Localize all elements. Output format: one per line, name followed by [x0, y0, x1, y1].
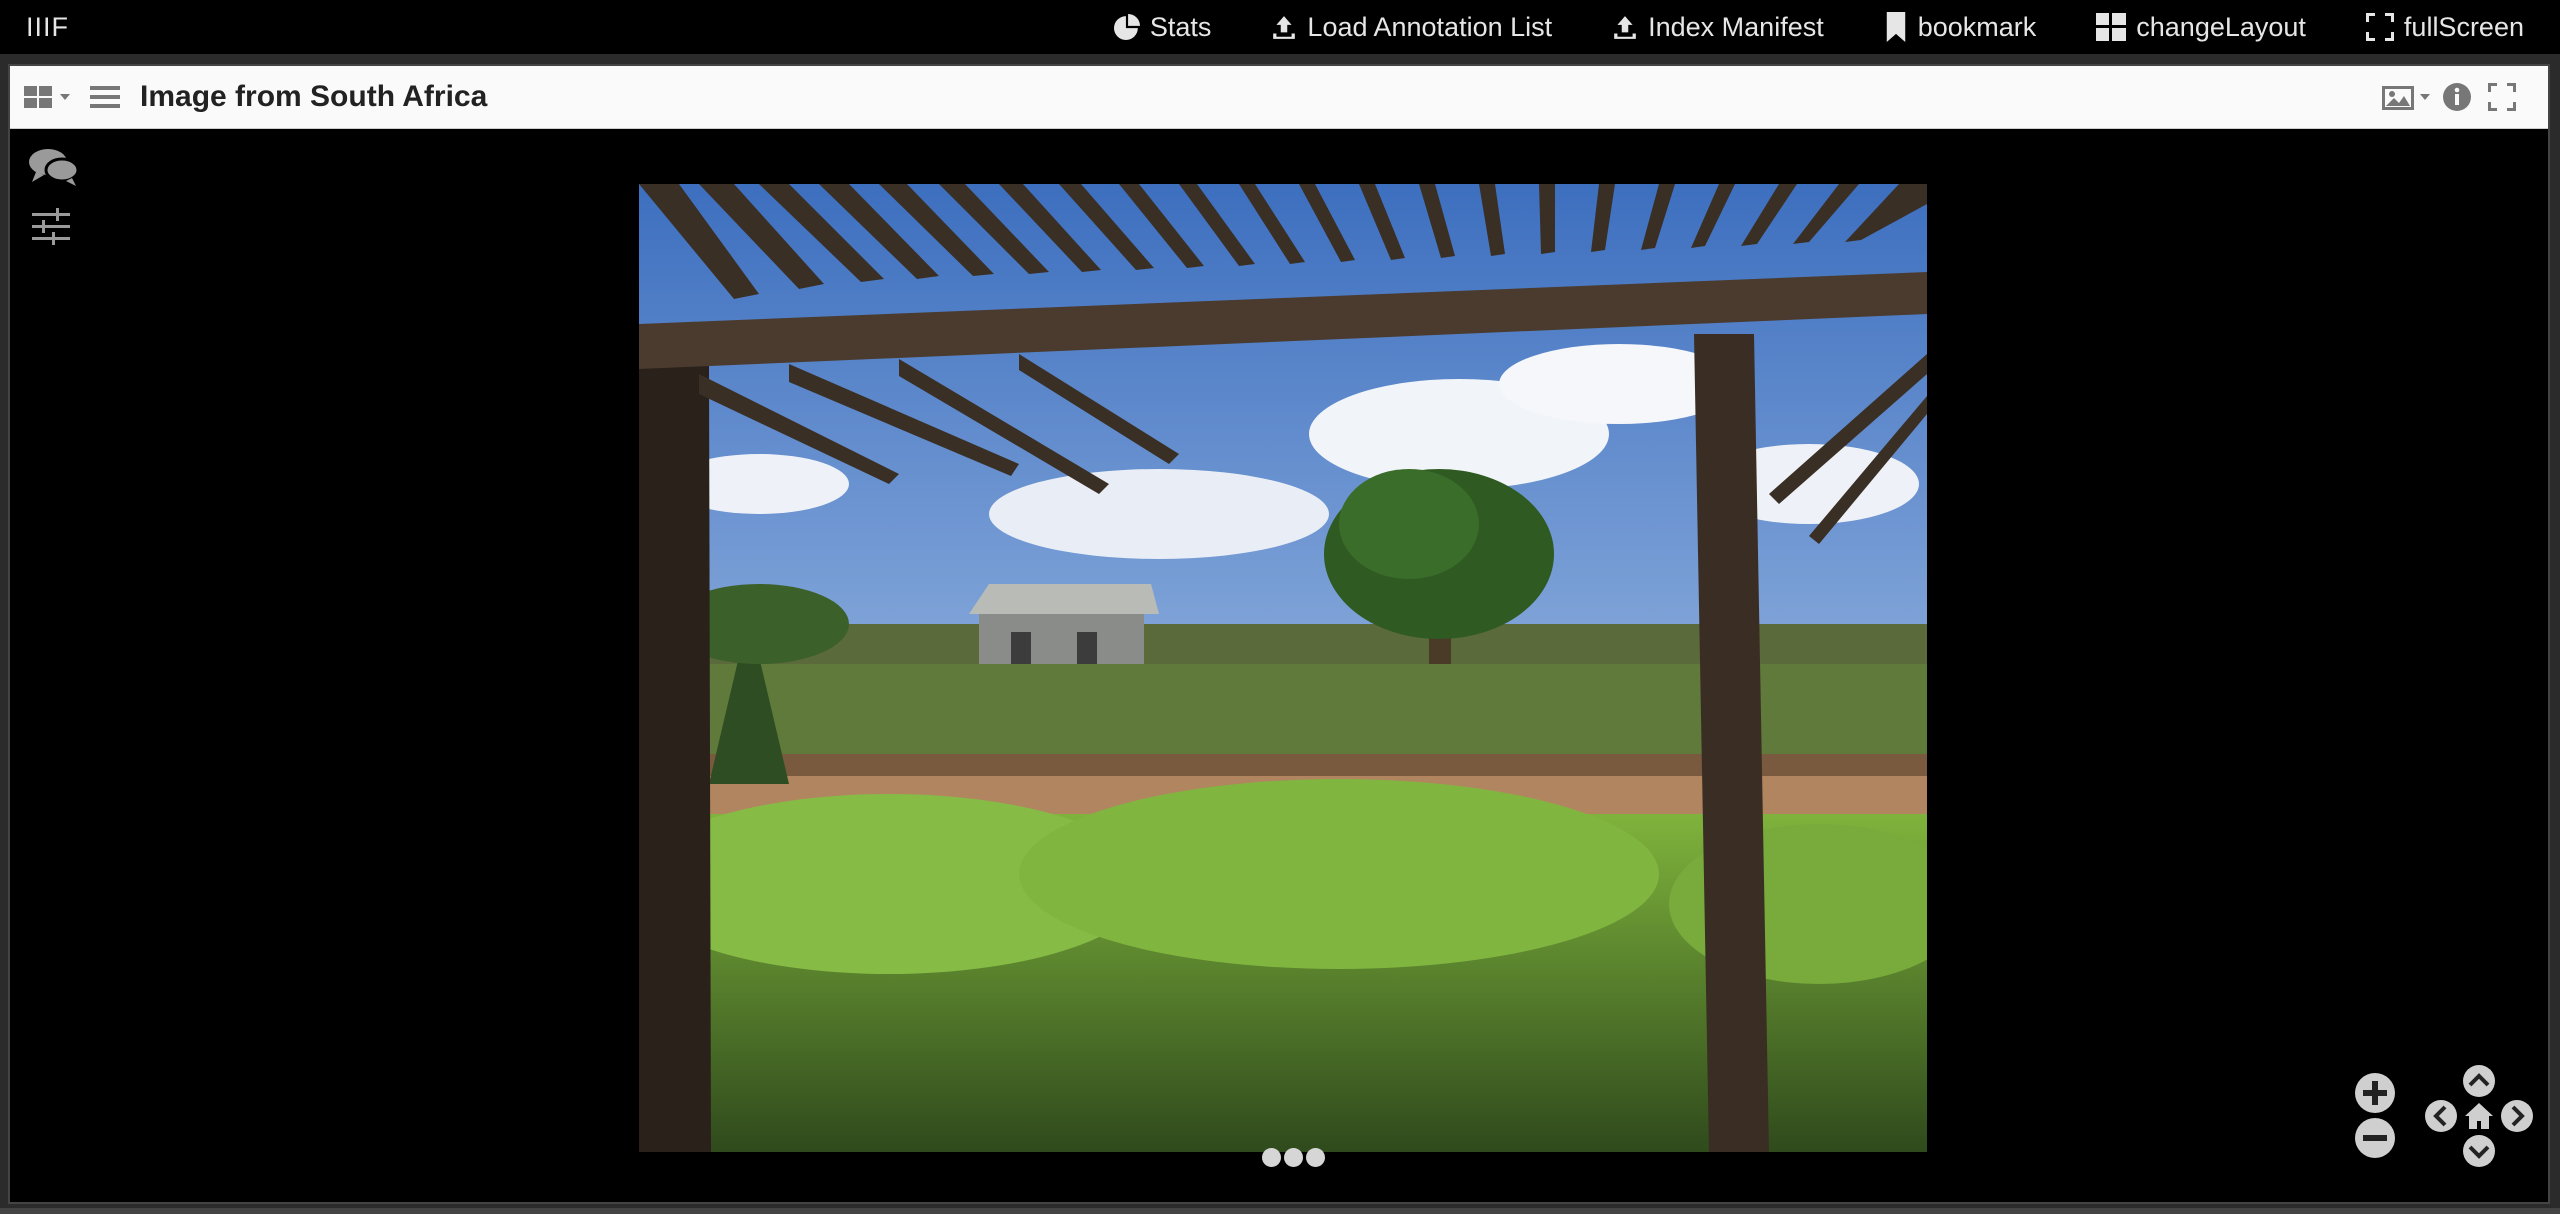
zoom-in-button[interactable]	[2354, 1072, 2396, 1114]
info-button[interactable]	[2442, 66, 2472, 128]
pager-dot[interactable]	[1306, 1148, 1325, 1167]
viewer-window: Image from South Africa	[8, 64, 2550, 1204]
index-manifest-label: Index Manifest	[1648, 11, 1824, 42]
home-button[interactable]	[2462, 1099, 2496, 1133]
chevron-left-icon	[2425, 1100, 2457, 1132]
fullscreen-label: fullScreen	[2403, 11, 2524, 42]
app-brand: IIIF	[26, 12, 69, 42]
zoom-out-icon	[2355, 1118, 2395, 1158]
image-view-icon	[2382, 82, 2434, 112]
pager-dot[interactable]	[1284, 1148, 1303, 1167]
pager-dots[interactable]	[1262, 1148, 1325, 1167]
annotations-button[interactable]	[28, 146, 80, 190]
top-menu-bar: IIIF Stats Load Annotation List Index Ma…	[0, 0, 2560, 54]
hamburger-menu-icon	[90, 83, 120, 111]
window-fullscreen-button[interactable]	[2488, 66, 2516, 128]
expand-icon	[2365, 13, 2394, 41]
fullscreen-button[interactable]: fullScreen	[2365, 11, 2524, 43]
home-icon	[2465, 1103, 2493, 1129]
grid-layout-icon	[2096, 13, 2127, 41]
image-adjust-button[interactable]	[32, 208, 70, 246]
south-africa-photo	[639, 184, 1927, 1152]
bookmark-button[interactable]: bookmark	[1884, 11, 2037, 43]
canvas-image[interactable]	[639, 184, 1927, 1152]
fullscreen-icon	[2488, 83, 2516, 111]
chevron-right-icon	[2501, 1100, 2533, 1132]
window-view-menu-button[interactable]	[24, 66, 74, 128]
image-adjust-sliders-icon	[32, 208, 70, 246]
load-annotation-list-label: Load Annotation List	[1307, 11, 1553, 42]
window-header: Image from South Africa	[10, 66, 2548, 129]
sidebar-toggle-button[interactable]	[90, 66, 120, 128]
pan-left-button[interactable]	[2424, 1099, 2458, 1133]
zoom-in-icon	[2355, 1073, 2395, 1113]
load-annotation-list-button[interactable]: Load Annotation List	[1271, 12, 1552, 43]
window-title: Image from South Africa	[140, 80, 488, 113]
view-grid-icon	[24, 82, 74, 112]
image-view-button[interactable]	[2382, 66, 2434, 128]
bottom-strip	[0, 1208, 2560, 1214]
bookmark-icon	[1884, 12, 1908, 42]
change-layout-label: changeLayout	[2136, 11, 2306, 42]
index-manifest-button[interactable]: Index Manifest	[1612, 12, 1824, 43]
upload-icon	[1271, 14, 1297, 40]
chevron-down-icon	[2463, 1135, 2495, 1167]
info-icon	[2442, 82, 2472, 112]
pan-down-button[interactable]	[2462, 1134, 2496, 1168]
pager-dot[interactable]	[1262, 1148, 1281, 1167]
upload-icon	[1612, 14, 1638, 40]
bookmark-label: bookmark	[1917, 11, 2037, 42]
chevron-up-icon	[2463, 1065, 2495, 1097]
top-menu: Stats Load Annotation List Index Manifes…	[1054, 0, 2524, 54]
stats-button[interactable]: Stats	[1113, 11, 1212, 43]
stats-label: Stats	[1149, 11, 1212, 42]
change-layout-button[interactable]: changeLayout	[2096, 12, 2306, 43]
pie-chart-icon	[1113, 14, 1140, 40]
zoom-out-button[interactable]	[2354, 1117, 2396, 1159]
pan-right-button[interactable]	[2500, 1099, 2534, 1133]
annotations-comment-icon	[28, 146, 80, 190]
pan-up-button[interactable]	[2462, 1064, 2496, 1098]
